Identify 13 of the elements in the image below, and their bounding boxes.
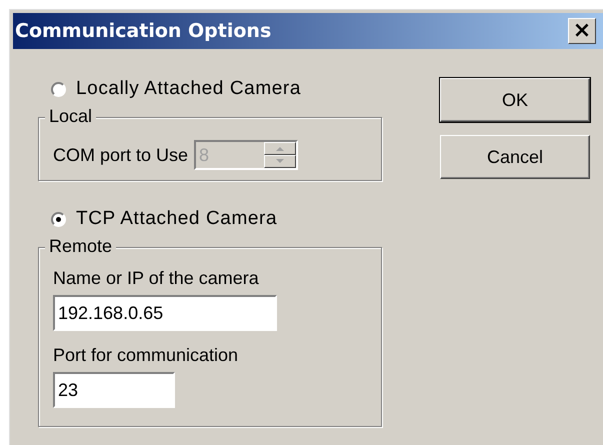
radio-label: Locally Attached Camera [76,78,302,100]
radio-button[interactable] [51,212,66,226]
window-title: Communication Options [15,20,272,42]
field-label: COM port to Use [53,144,188,166]
radio-label: TCP Attached Camera [76,208,278,230]
field-label: Port for communication [53,345,240,366]
text-field[interactable]: 192.168.0.65 [53,295,277,331]
dialog-button[interactable]: OK [440,78,590,122]
field-label: Name or IP of the camera [53,268,260,289]
close-button[interactable]: × [568,18,596,44]
radio-button[interactable] [51,82,66,96]
dialog-button[interactable]: Cancel [440,135,590,179]
text-field[interactable]: 23 [53,372,175,408]
